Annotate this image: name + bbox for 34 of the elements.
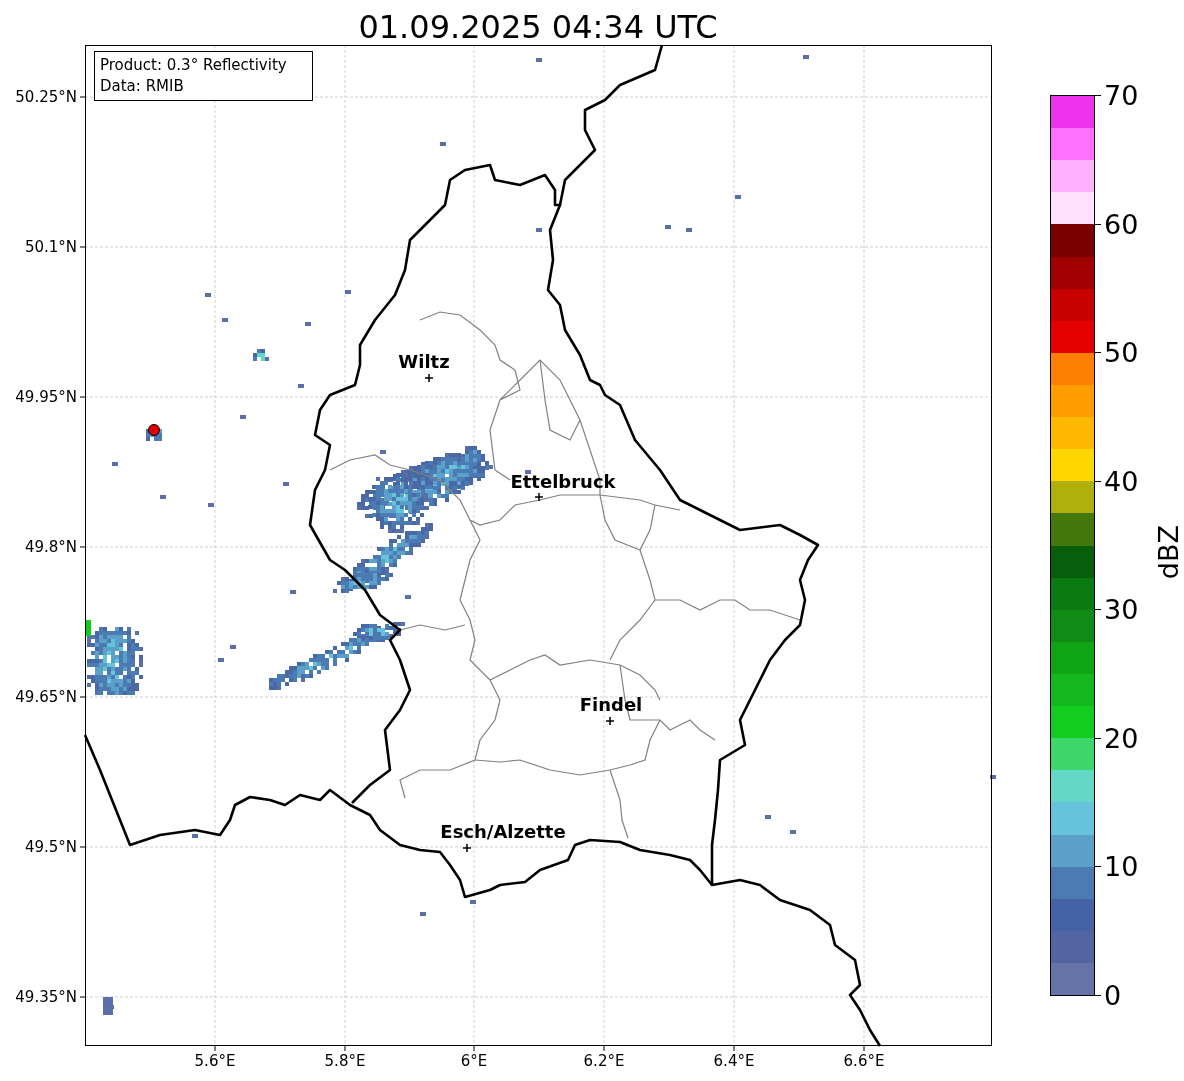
chart-title: 01.09.2025 04:34 UTC <box>358 8 718 46</box>
colorbar-tick-label: 50 <box>1104 338 1139 369</box>
latitude-label: 49.35°N <box>15 988 77 1006</box>
colorbar-tick-label: 20 <box>1104 723 1139 754</box>
latitude-label: 49.8°N <box>24 538 77 556</box>
latitude-label: 50.25°N <box>15 88 77 106</box>
radar-site-marker <box>148 424 160 436</box>
latitude-label: 50.1°N <box>24 238 77 256</box>
colorbar-tick-label: 10 <box>1104 852 1139 883</box>
city-marker-icon <box>424 373 434 383</box>
city-label: Findel <box>579 694 643 715</box>
info-text: Data: RMIB <box>100 77 184 95</box>
city-label: Esch/Alzette <box>440 821 566 842</box>
colorbar-tick-label: 0 <box>1104 980 1122 1011</box>
city-marker-icon <box>462 843 472 853</box>
latitude-label: 49.65°N <box>15 688 77 706</box>
latitude-label: 49.5°N <box>24 838 77 856</box>
colorbar-tick-label: 30 <box>1104 595 1139 626</box>
city-label: Ettelbruck <box>510 471 616 492</box>
info-text: Product: 0.3° Reflectivity <box>100 56 287 74</box>
longitude-label: 6.4°E <box>713 1052 755 1070</box>
longitude-label: 5.8°E <box>324 1052 366 1070</box>
colorbar-label: dBZ <box>1153 525 1184 580</box>
longitude-label: 6.2°E <box>583 1052 625 1070</box>
longitude-label: 6°E <box>460 1052 488 1070</box>
longitude-label: 6.6°E <box>843 1052 885 1070</box>
longitude-label: 5.6°E <box>194 1052 236 1070</box>
colorbar-tick-label: 70 <box>1104 81 1139 111</box>
colorbar-tick-label: 40 <box>1104 466 1139 497</box>
city-marker-icon <box>605 716 615 726</box>
city-marker-icon <box>534 492 544 502</box>
colorbar-tick-label: 60 <box>1104 209 1139 240</box>
latitude-label: 49.95°N <box>15 388 77 406</box>
city-label: Wiltz <box>398 351 450 372</box>
